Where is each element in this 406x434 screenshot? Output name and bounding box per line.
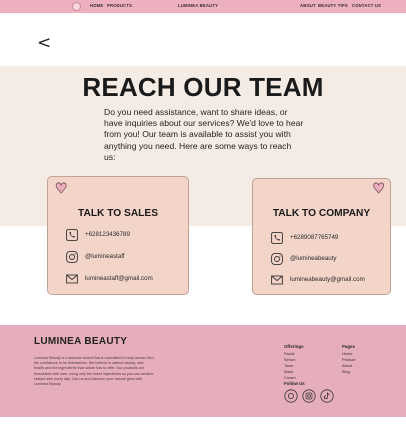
email-address: lumineabeauty@gmail.com [290, 276, 365, 283]
mail-icon [271, 275, 283, 285]
email-address: lumineastaff@gmail.com [85, 275, 153, 282]
nav-home[interactable]: HOME [90, 3, 103, 9]
footer-link-offering[interactable]: Serum [284, 357, 295, 363]
tiktok-icon[interactable] [320, 389, 334, 403]
instagram-handle: @lumineabeauty [290, 255, 337, 262]
footer-blurb: Luminea Beauty is a skincare brand that … [34, 356, 154, 387]
instagram-handle: @lumineastaff [85, 253, 125, 260]
offerings-heading: Offerings [284, 344, 304, 349]
card-title: TALK TO SALES [78, 208, 158, 219]
footer-link-page[interactable]: About [342, 363, 352, 369]
web-icon[interactable] [284, 389, 298, 403]
top-nav: HOME PRODUCTS LUMINEA BEAUTY ABOUT BEAUT… [0, 0, 406, 13]
nav-beauty-tips[interactable]: BEAUTY TIPS [318, 3, 348, 9]
nav-about[interactable]: ABOUT [300, 3, 316, 9]
heart-icon: ♥ [372, 181, 385, 197]
back-chevron-icon[interactable]: < [37, 34, 51, 52]
card-title: TALK TO COMPANY [272, 208, 371, 219]
company-card: ♥ TALK TO COMPANY +6289087765749 @lumine… [252, 178, 391, 295]
footer-brand: LUMINEA BEAUTY [34, 336, 128, 347]
mail-icon [66, 274, 78, 284]
footer-link-offering[interactable]: Cream [284, 375, 296, 381]
footer-link-offering[interactable]: Facial [284, 351, 294, 357]
phone-number: +6289087765749 [290, 234, 339, 241]
instagram-icon [271, 253, 283, 265]
instagram-icon[interactable] [302, 389, 316, 403]
social-heading: Follow Us [284, 381, 305, 386]
footer-link-offering[interactable]: Toner [284, 363, 294, 369]
footer-link-offering[interactable]: Mask [284, 369, 293, 375]
footer-link-page[interactable]: Blog [342, 369, 350, 375]
phone-icon [271, 232, 283, 244]
heart-icon: ♥ [55, 181, 68, 197]
footer: LUMINEA BEAUTY Luminea Beauty is a skinc… [0, 325, 406, 417]
logo-icon[interactable] [72, 2, 81, 11]
nav-products[interactable]: PRODUCTS [107, 3, 132, 9]
footer-link-page[interactable]: Home [342, 351, 352, 357]
hero-description: Do you need assistance, want to share id… [104, 107, 304, 162]
sales-card: ♥ TALK TO SALES +628123436789 @lumineast… [47, 176, 189, 295]
phone-number: +628123436789 [85, 231, 130, 238]
footer-link-page[interactable]: Product [342, 357, 355, 363]
nav-contact[interactable]: CONTACT US [352, 3, 381, 9]
pages-heading: Pages [342, 344, 355, 349]
instagram-icon [66, 251, 78, 263]
phone-icon [66, 229, 78, 241]
page-title: REACH OUR TEAM [82, 72, 324, 102]
nav-brand[interactable]: LUMINEA BEAUTY [178, 3, 218, 9]
